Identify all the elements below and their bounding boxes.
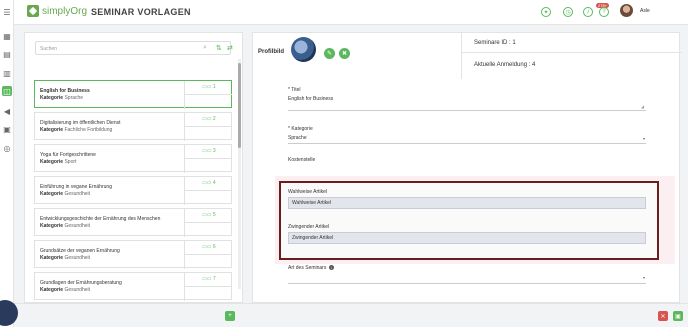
item-category: Kategorie Sprache xyxy=(40,95,84,101)
help-icon[interactable]: ? xyxy=(599,7,609,17)
side-rail: ☰ ▦ ▤ ▥ ◫ ◀ ▣ ◎ xyxy=(0,0,14,327)
list-item[interactable]: Digitalisierung im öffentlichen Dienst K… xyxy=(34,112,232,141)
menu-icon[interactable]: ☰ xyxy=(2,7,12,17)
item-category: Kategorie Gesundheit xyxy=(40,223,91,229)
divider xyxy=(462,52,682,53)
logo-mark-icon xyxy=(27,5,39,17)
mandatory-article-field[interactable]: Zwingender Artikel xyxy=(288,232,646,244)
resize-handle-icon[interactable]: ◢ xyxy=(641,104,644,109)
edit-image-button[interactable]: ✎ xyxy=(324,48,335,59)
seminar-type-label: Art des Seminars i xyxy=(288,265,335,271)
list-item[interactable]: Yoga für Fortgeschrittene Kategorie Spor… xyxy=(34,144,232,173)
item-title: Entwicklungsgeschichte der Ernährung des… xyxy=(40,216,161,222)
list-item[interactable]: Entwicklungsgeschichte der Ernährung des… xyxy=(34,208,232,237)
category-select[interactable]: Sprache xyxy=(288,135,307,141)
book-icon[interactable]: ▤ xyxy=(2,49,12,59)
dropdown-caret-icon[interactable]: ▾ xyxy=(643,275,645,280)
title-field[interactable]: English for Business xyxy=(288,96,333,102)
item-category: Kategorie Gesundheit xyxy=(40,287,91,293)
item-cell xyxy=(184,255,232,269)
item-title: English for Business xyxy=(40,88,90,94)
refresh-icon[interactable]: ⇄ xyxy=(227,44,233,52)
item-cell xyxy=(184,191,232,205)
item-cell xyxy=(184,223,232,237)
optional-article-value: Wahlweise Artikel xyxy=(292,200,331,206)
article-section xyxy=(279,181,659,260)
dropdown-caret-icon[interactable]: ▾ xyxy=(643,136,645,141)
item-category: Kategorie Gesundheit xyxy=(40,255,91,261)
title-underline xyxy=(288,110,646,111)
item-cell xyxy=(184,159,232,173)
profile-image xyxy=(291,37,316,62)
lightbulb-icon[interactable]: ✦ xyxy=(541,7,551,17)
user-name[interactable]: Asle xyxy=(640,8,650,14)
list-item[interactable]: Grundsätze der veganen Ernährung Kategor… xyxy=(34,240,232,269)
seminar-type-underline xyxy=(288,283,646,284)
profile-label: Profilbild xyxy=(258,49,284,55)
bell-icon[interactable]: ♪ xyxy=(583,7,593,17)
info-icon[interactable]: i xyxy=(329,265,335,270)
megaphone-icon[interactable]: ◀ xyxy=(2,106,12,116)
list-item[interactable]: Einführung in vegane Ernährung Kategorie… xyxy=(34,176,232,205)
item-number: ▭▭ 2 xyxy=(184,113,232,127)
seminar-info-box: Seminare ID : 1 Aktuelle Anmeldung : 4 xyxy=(461,33,682,79)
logo-text: simplyOrg xyxy=(42,5,88,17)
category-underline xyxy=(288,143,646,144)
item-number: ▭▭ 4 xyxy=(184,177,232,191)
cost-center-label: Kostenstelle xyxy=(288,157,316,163)
save-button[interactable]: ▣ xyxy=(673,311,683,321)
category-label: * Kategorie xyxy=(288,126,313,132)
item-cell xyxy=(184,287,232,301)
scrollbar-thumb[interactable] xyxy=(238,63,241,148)
list-scrollbar[interactable] xyxy=(238,59,241,289)
add-button[interactable]: + xyxy=(225,311,235,321)
building-icon[interactable]: ▥ xyxy=(2,68,12,78)
seminar-id: Seminare ID : 1 xyxy=(474,40,516,46)
support-icon[interactable]: ◎ xyxy=(2,143,12,153)
mandatory-article-value: Zwingender Artikel xyxy=(292,235,334,241)
item-cell xyxy=(184,95,232,109)
search-input[interactable]: Suchen ⌕ xyxy=(35,41,231,55)
search-icon[interactable]: ⌕ xyxy=(203,44,207,52)
search-placeholder: Suchen xyxy=(40,46,57,52)
seminar-list: English for Business Kategorie Sprache ▭… xyxy=(34,80,232,301)
mandatory-article-label: Zwingender Artikel xyxy=(288,224,330,230)
top-header: simplyOrg SEMINAR VORLAGEN ✦ ◷ ♪ 278+ ? … xyxy=(14,0,688,25)
item-number: ▭▭ 3 xyxy=(184,145,232,159)
delete-image-button[interactable]: ✖ xyxy=(339,48,350,59)
list-item[interactable]: English for Business Kategorie Sprache ▭… xyxy=(34,80,232,109)
item-title: Einführung in vegane Ernährung xyxy=(40,184,112,190)
item-number: ▭▭ 7 xyxy=(184,273,232,287)
optional-article-label: Wahlweise Artikel xyxy=(288,189,327,195)
dashboard-icon[interactable]: ▦ xyxy=(2,31,12,41)
item-number: ▭▭ 6 xyxy=(184,241,232,255)
page-title: SEMINAR VORLAGEN xyxy=(91,7,191,17)
item-number: ▭▭ 5 xyxy=(184,209,232,223)
optional-article-field[interactable]: Wahlweise Artikel xyxy=(288,197,646,209)
clock-icon[interactable]: ◷ xyxy=(563,7,573,17)
item-title: Yoga für Fortgeschrittene xyxy=(40,152,96,158)
calendar-icon[interactable]: ▣ xyxy=(2,124,12,134)
list-item[interactable]: Grundlagen der Ernährungsberatung Katego… xyxy=(34,272,232,301)
item-title: Digitalisierung im öffentlichen Dienst xyxy=(40,120,121,126)
item-title: Grundlagen der Ernährungsberatung xyxy=(40,280,122,286)
avatar[interactable] xyxy=(620,4,633,17)
item-category: Kategorie Gesundheit xyxy=(40,191,91,197)
item-category: Kategorie Sport xyxy=(40,159,77,165)
cancel-button[interactable]: ✕ xyxy=(658,311,668,321)
current-registration: Aktuelle Anmeldung : 4 xyxy=(474,62,536,68)
sort-icon[interactable]: ⇅ xyxy=(216,44,222,52)
item-cell xyxy=(184,127,232,141)
title-label: * Titel xyxy=(288,87,301,93)
item-number: ▭▭ 1 xyxy=(184,81,232,95)
item-title: Grundsätze der veganen Ernährung xyxy=(40,248,120,254)
item-category: Kategorie Fachliche Fortbildung xyxy=(40,127,113,133)
footer-bar xyxy=(14,303,688,327)
logo[interactable]: simplyOrg xyxy=(27,5,87,17)
seminar-icon[interactable]: ◫ xyxy=(2,86,12,96)
